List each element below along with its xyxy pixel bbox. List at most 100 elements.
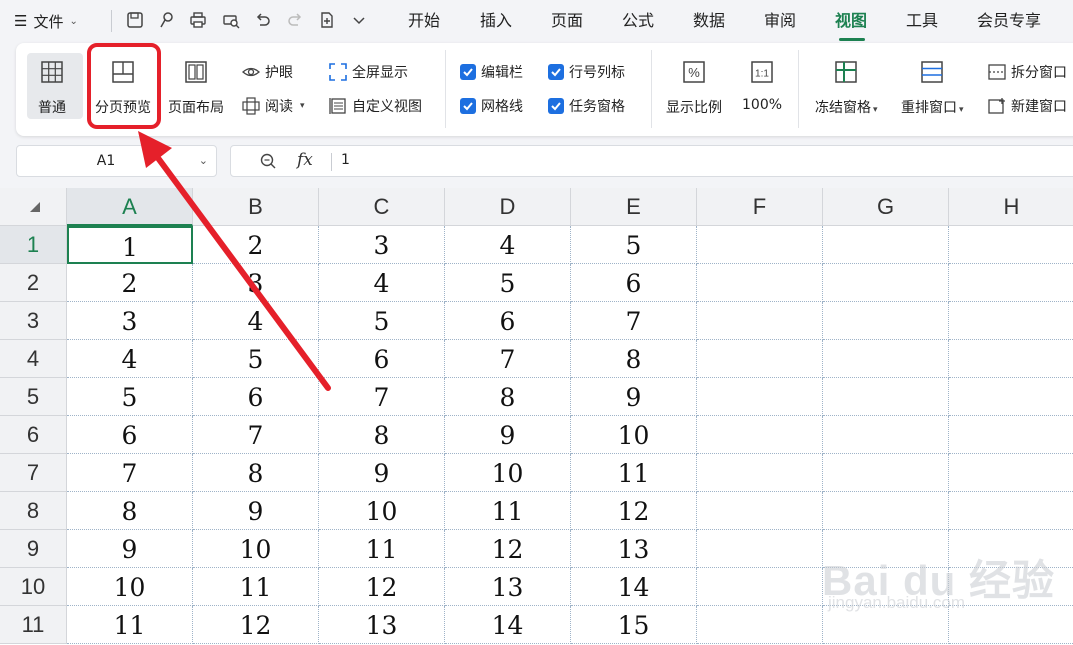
- cell-e3[interactable]: 7: [571, 302, 697, 340]
- cell-d5[interactable]: 8: [445, 378, 571, 416]
- cell-a9[interactable]: 9: [67, 530, 193, 568]
- cell-a8[interactable]: 8: [67, 492, 193, 530]
- tab-review[interactable]: 审阅: [764, 10, 796, 32]
- undo-button[interactable]: [252, 9, 274, 31]
- cell-b4[interactable]: 5: [193, 340, 319, 378]
- cell-d10[interactable]: 13: [445, 568, 571, 606]
- cell-e5[interactable]: 9: [571, 378, 697, 416]
- cell-d3[interactable]: 6: [445, 302, 571, 340]
- cell-b9[interactable]: 10: [193, 530, 319, 568]
- row-header-7[interactable]: 7: [0, 454, 67, 492]
- row-header-9[interactable]: 9: [0, 530, 67, 568]
- zoom-100-button[interactable]: 1:1 100%: [742, 57, 782, 113]
- cell-e10[interactable]: 14: [571, 568, 697, 606]
- cell-b3[interactable]: 4: [193, 302, 319, 340]
- cell-g6[interactable]: [823, 416, 949, 454]
- new-window-button[interactable]: 新建窗口: [988, 95, 1067, 117]
- new-doc-button[interactable]: [316, 9, 338, 31]
- tab-tools[interactable]: 工具: [906, 10, 938, 32]
- reading-mode-button[interactable]: 阅读 ▾: [242, 95, 305, 117]
- print-button[interactable]: [187, 9, 209, 31]
- cell-c9[interactable]: 11: [319, 530, 445, 568]
- formula-input[interactable]: 1: [341, 152, 350, 168]
- tab-insert[interactable]: 插入: [480, 10, 512, 32]
- cell-h6[interactable]: [949, 416, 1073, 454]
- cell-b11[interactable]: 12: [193, 606, 319, 644]
- cell-b2[interactable]: 3: [193, 264, 319, 302]
- row-col-headers-checkbox[interactable]: 行号列标: [548, 61, 625, 83]
- cell-f1[interactable]: [697, 226, 823, 264]
- cell-g3[interactable]: [823, 302, 949, 340]
- cell-c2[interactable]: 4: [319, 264, 445, 302]
- cell-d4[interactable]: 7: [445, 340, 571, 378]
- cell-h8[interactable]: [949, 492, 1073, 530]
- cell-e6[interactable]: 10: [571, 416, 697, 454]
- cell-b8[interactable]: 9: [193, 492, 319, 530]
- gridlines-checkbox[interactable]: 网格线: [460, 95, 523, 117]
- cell-h3[interactable]: [949, 302, 1073, 340]
- cell-e9[interactable]: 13: [571, 530, 697, 568]
- cell-c1[interactable]: 3: [319, 226, 445, 264]
- row-header-4[interactable]: 4: [0, 340, 67, 378]
- arrange-windows-button[interactable]: 重排窗口 ▾: [901, 57, 964, 117]
- format-painter-button[interactable]: [156, 9, 178, 31]
- cell-e2[interactable]: 6: [571, 264, 697, 302]
- cell-f11[interactable]: [697, 606, 823, 644]
- cell-d7[interactable]: 10: [445, 454, 571, 492]
- cell-a5[interactable]: 5: [67, 378, 193, 416]
- fx-icon[interactable]: fx: [297, 150, 313, 170]
- print-preview-button[interactable]: [220, 9, 242, 31]
- edit-bar-checkbox[interactable]: 编辑栏: [460, 61, 523, 83]
- tab-view[interactable]: 视图: [835, 10, 867, 32]
- row-header-6[interactable]: 6: [0, 416, 67, 454]
- row-header-10[interactable]: 10: [0, 568, 67, 606]
- cell-c8[interactable]: 10: [319, 492, 445, 530]
- cell-a11[interactable]: 11: [67, 606, 193, 644]
- cell-h7[interactable]: [949, 454, 1073, 492]
- column-header-c[interactable]: C: [319, 188, 445, 226]
- cell-f9[interactable]: [697, 530, 823, 568]
- tab-member[interactable]: 会员专享: [977, 10, 1041, 32]
- cell-a1[interactable]: 1: [67, 226, 193, 264]
- cell-a4[interactable]: 4: [67, 340, 193, 378]
- cell-c7[interactable]: 9: [319, 454, 445, 492]
- cell-a2[interactable]: 2: [67, 264, 193, 302]
- cell-g5[interactable]: [823, 378, 949, 416]
- select-all-button[interactable]: [0, 188, 67, 226]
- cell-d2[interactable]: 5: [445, 264, 571, 302]
- cell-b1[interactable]: 2: [193, 226, 319, 264]
- tab-page[interactable]: 页面: [551, 10, 583, 32]
- custom-view-button[interactable]: 自定义视图: [329, 95, 422, 117]
- cell-h1[interactable]: [949, 226, 1073, 264]
- column-header-a[interactable]: A: [67, 188, 193, 226]
- cell-h5[interactable]: [949, 378, 1073, 416]
- cell-g8[interactable]: [823, 492, 949, 530]
- cell-f8[interactable]: [697, 492, 823, 530]
- row-header-8[interactable]: 8: [0, 492, 67, 530]
- cell-a3[interactable]: 3: [67, 302, 193, 340]
- cell-f4[interactable]: [697, 340, 823, 378]
- cell-a7[interactable]: 7: [67, 454, 193, 492]
- cell-f2[interactable]: [697, 264, 823, 302]
- more-dropdown-button[interactable]: [348, 9, 370, 31]
- cell-h4[interactable]: [949, 340, 1073, 378]
- cell-a6[interactable]: 6: [67, 416, 193, 454]
- cell-c5[interactable]: 7: [319, 378, 445, 416]
- column-header-f[interactable]: F: [697, 188, 823, 226]
- cell-h2[interactable]: [949, 264, 1073, 302]
- cell-f10[interactable]: [697, 568, 823, 606]
- cell-c11[interactable]: 13: [319, 606, 445, 644]
- cell-e4[interactable]: 8: [571, 340, 697, 378]
- cell-f7[interactable]: [697, 454, 823, 492]
- cell-f5[interactable]: [697, 378, 823, 416]
- fullscreen-button[interactable]: 全屏显示: [329, 61, 408, 83]
- cell-g1[interactable]: [823, 226, 949, 264]
- cell-d9[interactable]: 12: [445, 530, 571, 568]
- column-header-g[interactable]: G: [823, 188, 949, 226]
- cell-d1[interactable]: 4: [445, 226, 571, 264]
- cell-a10[interactable]: 10: [67, 568, 193, 606]
- cell-b7[interactable]: 8: [193, 454, 319, 492]
- cell-e11[interactable]: 15: [571, 606, 697, 644]
- row-header-2[interactable]: 2: [0, 264, 67, 302]
- column-header-b[interactable]: B: [193, 188, 319, 226]
